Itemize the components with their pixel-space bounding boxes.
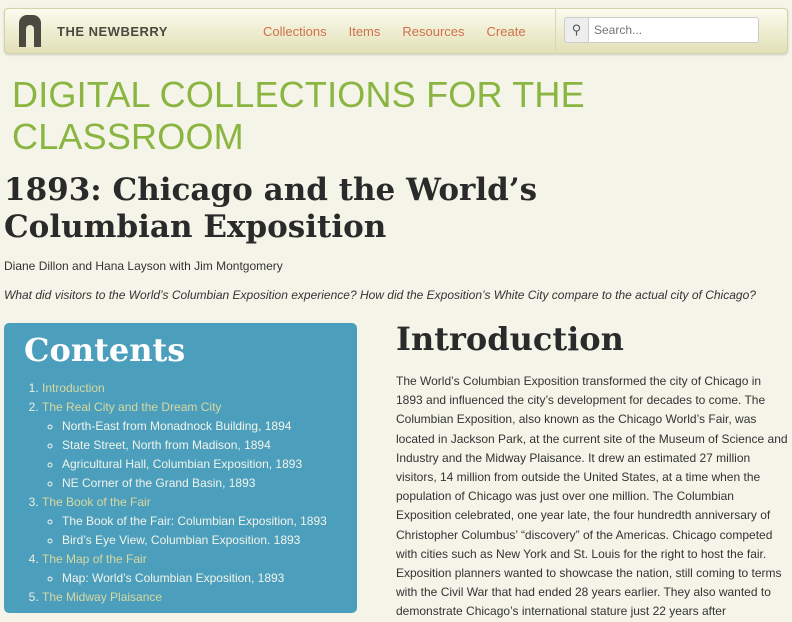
menu-resources[interactable]: Resources: [402, 24, 464, 39]
search-form: ⚲: [564, 17, 759, 43]
toc-subitem[interactable]: The Book of the Fair: Columbian Expositi…: [62, 512, 337, 531]
intro-text: The World’s Columbian Exposition transfo…: [396, 374, 788, 619]
site-title: DIGITAL COLLECTIONS FOR THE CLASSROOM: [12, 74, 585, 157]
menu-items[interactable]: Items: [349, 24, 381, 39]
authors: Diane Dillon and Hana Layson with Jim Mo…: [4, 259, 283, 273]
newberry-logo[interactable]: THE NEWBERRY: [19, 15, 168, 47]
guiding-question: What did visitors to the World’s Columbi…: [4, 288, 756, 302]
toc-sublist: North-East from Monadnock Building, 1894…: [42, 417, 337, 493]
search-input[interactable]: [589, 17, 759, 43]
toc-sublist: The Book of the Fair: Columbian Expositi…: [42, 512, 337, 550]
introduction-section: Introduction The World’s Columbian Expos…: [396, 320, 788, 622]
intro-heading: Introduction: [396, 320, 624, 358]
page-title: 1893: Chicago and the World’s Columbian …: [4, 172, 538, 245]
toc-item: The Midway Plaisance: [42, 588, 337, 607]
toc-sublist: Map: World’s Columbian Exposition, 1893: [42, 569, 337, 588]
toc-subitem[interactable]: Map: World’s Columbian Exposition, 1893: [62, 569, 337, 588]
main-menu: Collections Items Resources Create: [263, 24, 526, 39]
toc-link[interactable]: The Midway Plaisance: [42, 590, 162, 604]
toc-link[interactable]: The Real City and the Dream City: [42, 400, 221, 414]
toc-link[interactable]: Introduction: [42, 381, 105, 395]
toc-item: The Real City and the Dream City North-Ea…: [42, 398, 337, 493]
toc-heading: Contents: [24, 331, 186, 369]
toc-item: Introduction: [42, 379, 337, 398]
newberry-logo-icon: [19, 15, 41, 47]
search-icon[interactable]: ⚲: [564, 17, 589, 43]
toc-link[interactable]: The Book of the Fair: [42, 495, 151, 509]
toc-subitem[interactable]: State Street, North from Madison, 1894: [62, 436, 337, 455]
table-of-contents: Contents Introduction The Real City and t…: [4, 323, 357, 613]
top-navbar: THE NEWBERRY Collections Items Resources…: [4, 8, 788, 54]
menu-collections[interactable]: Collections: [263, 24, 327, 39]
toc-list: Introduction The Real City and the Dream …: [24, 379, 337, 607]
toc-item: The Book of the Fair The Book of the Fair…: [42, 493, 337, 550]
toc-subitem[interactable]: North-East from Monadnock Building, 1894: [62, 417, 337, 436]
menu-create[interactable]: Create: [487, 24, 526, 39]
logo-text: THE NEWBERRY: [57, 23, 168, 39]
toc-subitem[interactable]: Bird’s Eye View, Columbian Exposition. 1…: [62, 531, 337, 550]
nav-divider: [555, 9, 556, 53]
toc-subitem[interactable]: Agricultural Hall, Columbian Exposition,…: [62, 455, 337, 474]
toc-subitem[interactable]: NE Corner of the Grand Basin, 1893: [62, 474, 337, 493]
toc-link[interactable]: The Map of the Fair: [42, 552, 147, 566]
toc-item: The Map of the Fair Map: World’s Columbia…: [42, 550, 337, 588]
